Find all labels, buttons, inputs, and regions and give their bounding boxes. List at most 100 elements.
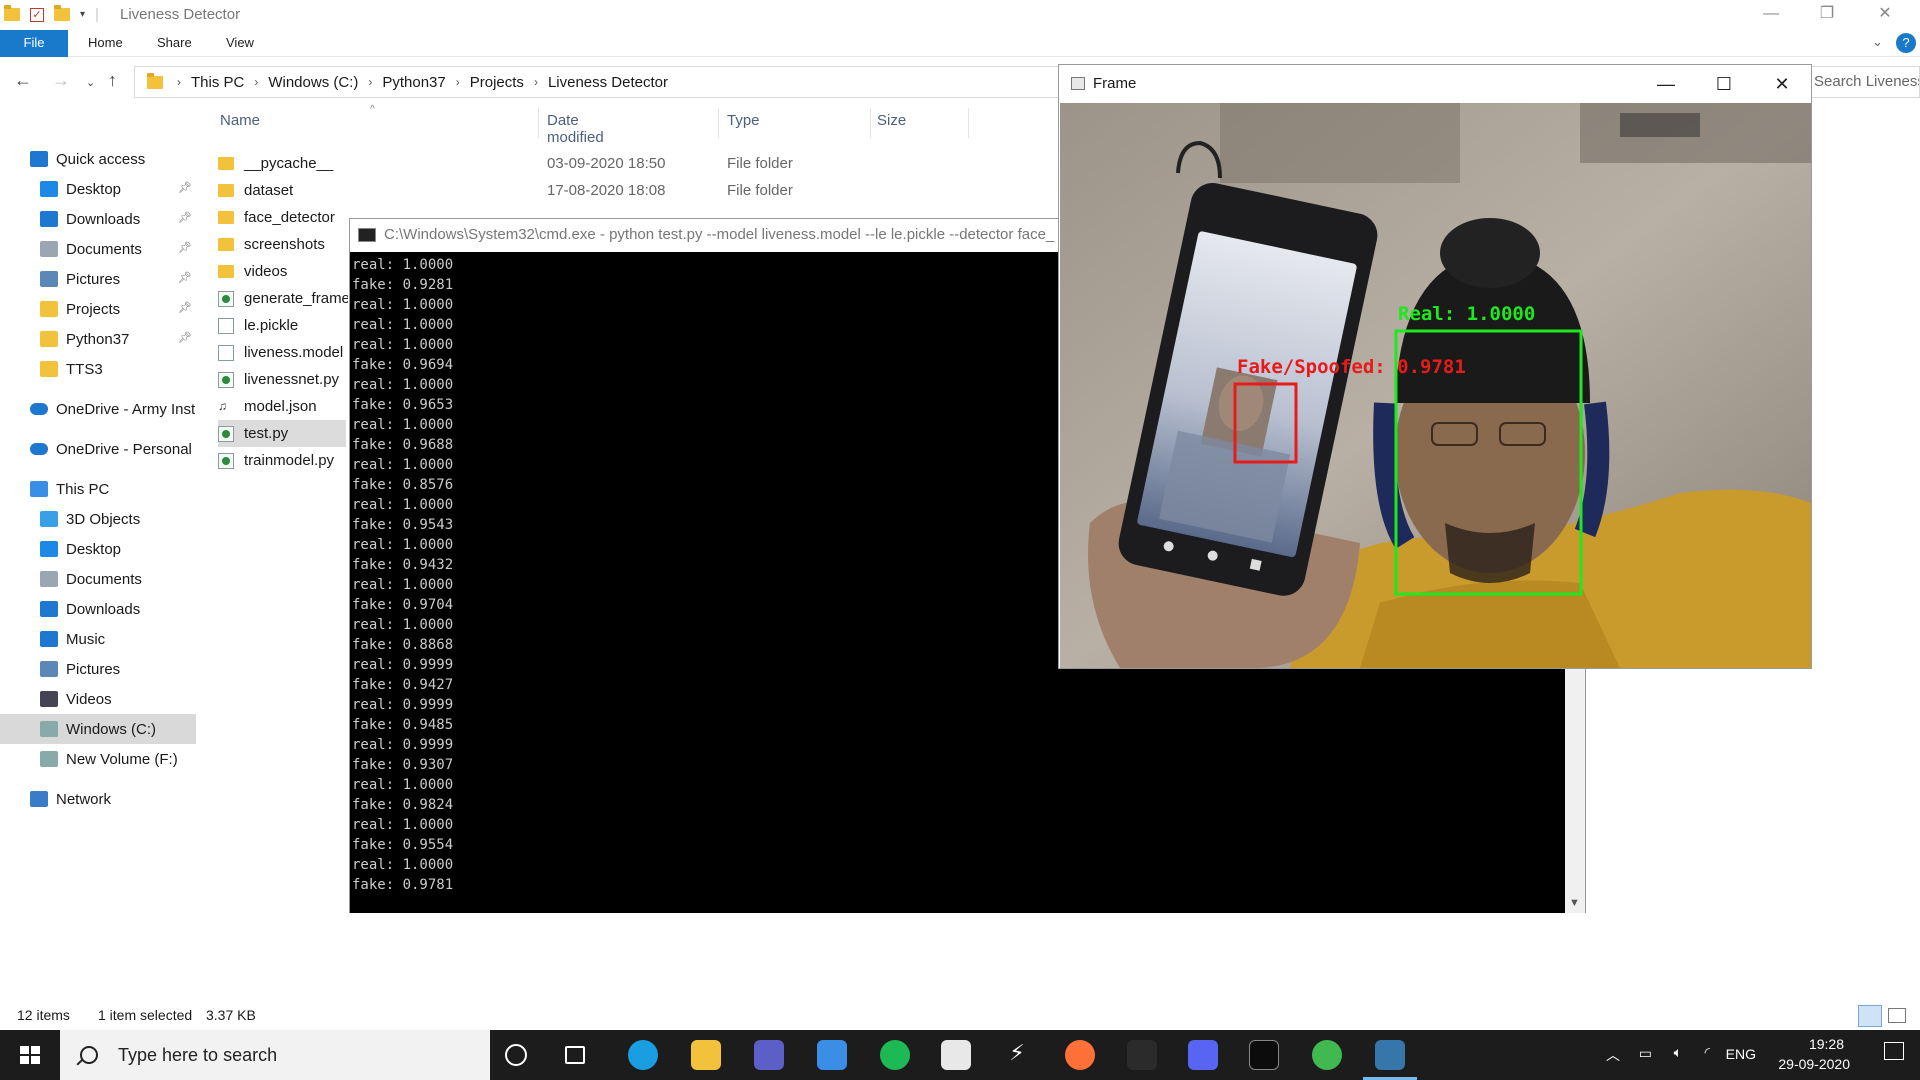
start-button[interactable] [0,1030,60,1080]
scroll-down-icon[interactable]: ▼ [1569,897,1580,909]
tab-share[interactable]: Share [157,30,192,57]
tab-view[interactable]: View [226,30,254,57]
nav-item-quick-access[interactable]: Quick access [0,144,196,174]
expand-ribbon-icon[interactable]: ⌄ [1872,34,1883,50]
breadcrumb-windows-c[interactable]: Windows (C:) [268,74,358,91]
back-icon[interactable]: ← [14,70,32,91]
firefox-icon[interactable] [1065,1040,1095,1070]
show-hidden-icons-icon[interactable]: ︿ [1606,1045,1620,1065]
customize-qat-icon[interactable]: ▾ [80,9,85,20]
sublime-icon[interactable]: ⚡ [1002,1040,1032,1070]
nav-item-new-volume-f-[interactable]: New Volume (F:) [0,744,196,774]
search-input[interactable]: Search Liveness De... [1810,66,1920,98]
file-row[interactable]: trainmodel.py [218,447,348,474]
python-icon[interactable] [1363,1040,1417,1080]
address-bar[interactable]: › This PC › Windows (C:) › Python37 › Pr… [134,66,1062,98]
file-icon [218,344,234,361]
file-row[interactable]: le.pickle [218,312,348,339]
nav-item-videos[interactable]: Videos [0,684,196,714]
restore-button[interactable]: ❐ [1804,0,1850,30]
mysql-icon[interactable] [1127,1040,1157,1070]
nav-item-projects[interactable]: Projects 📌︎ [0,294,196,324]
file-explorer-icon[interactable] [691,1040,721,1070]
tab-file[interactable]: File [0,30,68,57]
file-row[interactable]: screenshots [218,231,348,258]
nav-item-3d-objects[interactable]: 3D Objects [0,504,196,534]
mail-icon[interactable] [817,1040,847,1070]
nav-item-pictures[interactable]: Pictures [0,654,196,684]
file-row[interactable]: face_detector [218,204,348,231]
close-button[interactable]: ✕ [1753,65,1811,103]
new-folder-icon[interactable] [54,5,70,21]
taskbar-search[interactable]: Type here to search [60,1030,490,1080]
breadcrumb-projects[interactable]: Projects [470,74,524,91]
column-divider[interactable] [718,108,719,138]
minimize-button[interactable]: — [1748,0,1794,30]
discord-icon[interactable] [1188,1040,1218,1070]
file-row[interactable]: liveness.model [218,339,348,366]
column-date-modified[interactable]: Date modified [547,112,604,146]
clock-date[interactable]: 29-09-2020 [1778,1056,1850,1072]
nav-item-desktop[interactable]: Desktop [0,534,196,564]
details-view-icon[interactable] [1858,1005,1882,1027]
nav-item-downloads[interactable]: Downloads [0,594,196,624]
column-type[interactable]: Type [727,112,760,129]
column-divider[interactable] [538,108,539,138]
console-line: fake: 0.9427 [352,677,454,693]
battery-icon[interactable]: ▭ [1639,1045,1652,1062]
breadcrumb-this-pc[interactable]: This PC [191,74,244,91]
file-row[interactable]: videos [218,258,348,285]
file-row[interactable]: test.py [218,420,346,447]
help-icon[interactable]: ? [1896,33,1916,53]
volume-icon[interactable]: 🔈︎ [1674,1044,1682,1061]
nav-item-desktop[interactable]: Desktop 📌︎ [0,174,196,204]
up-icon[interactable]: ↑ [108,70,117,91]
nav-item-onedrive-army-insti[interactable]: OneDrive - Army Insti [0,394,196,424]
file-date: 17-08-2020 18:08 [547,182,666,199]
column-name[interactable]: Name [220,112,260,129]
column-divider[interactable] [968,108,969,138]
file-row[interactable]: dataset [218,177,348,204]
nav-item-python37[interactable]: Python37 📌︎ [0,324,196,354]
minimize-button[interactable]: — [1637,65,1695,103]
column-divider[interactable] [870,108,871,138]
recent-locations-icon[interactable]: ⌄ [86,76,95,89]
frame-window[interactable]: Frame — ☐ ✕ Fake/Spoofed: 0.9781 Real: 1… [1058,64,1812,669]
frame-title-bar[interactable]: Frame — ☐ ✕ [1059,65,1811,103]
nav-item-windows-c-[interactable]: Windows (C:) [0,714,196,744]
nav-item-onedrive-personal[interactable]: OneDrive - Personal [0,434,196,464]
terminal-icon[interactable] [1249,1040,1279,1070]
nav-item-tts3[interactable]: TTS3 [0,354,196,384]
task-view-icon[interactable] [565,1046,585,1064]
close-button[interactable]: ✕ [1862,0,1908,30]
nav-item-documents[interactable]: Documents 📌︎ [0,234,196,264]
edge-icon[interactable] [628,1040,658,1070]
notification-center-icon[interactable] [1884,1042,1904,1060]
clock-time[interactable]: 19:28 [1809,1036,1844,1052]
file-row[interactable]: ♫ model.json [218,393,348,420]
large-icons-view-icon[interactable] [1888,1008,1906,1023]
spotify-icon[interactable] [880,1040,910,1070]
breadcrumb-liveness-detector[interactable]: Liveness Detector [548,74,668,91]
maximize-button[interactable]: ☐ [1695,65,1753,103]
forward-icon[interactable]: → [52,70,70,91]
file-row[interactable]: generate_frames [218,285,348,312]
breadcrumb-python37[interactable]: Python37 [382,74,445,91]
file-row[interactable]: __pycache__ [218,150,348,177]
nav-item-music[interactable]: Music [0,624,196,654]
nav-item-downloads[interactable]: Downloads 📌︎ [0,204,196,234]
properties-icon[interactable]: ✓ [30,7,44,22]
nav-item-documents[interactable]: Documents [0,564,196,594]
column-size[interactable]: Size [877,112,906,129]
cortana-icon[interactable] [505,1044,527,1066]
language-indicator[interactable]: ENG [1726,1046,1756,1062]
nav-item-this-pc[interactable]: This PC [0,474,196,504]
store-icon[interactable] [941,1040,971,1070]
teams-icon[interactable] [754,1040,784,1070]
nav-item-network[interactable]: Network [0,784,196,814]
nav-item-pictures[interactable]: Pictures 📌︎ [0,264,196,294]
wifi-icon[interactable]: ◜ [1705,1044,1710,1061]
atom-icon[interactable] [1312,1040,1342,1070]
file-row[interactable]: livenessnet.py [218,366,348,393]
tab-home[interactable]: Home [88,30,123,57]
